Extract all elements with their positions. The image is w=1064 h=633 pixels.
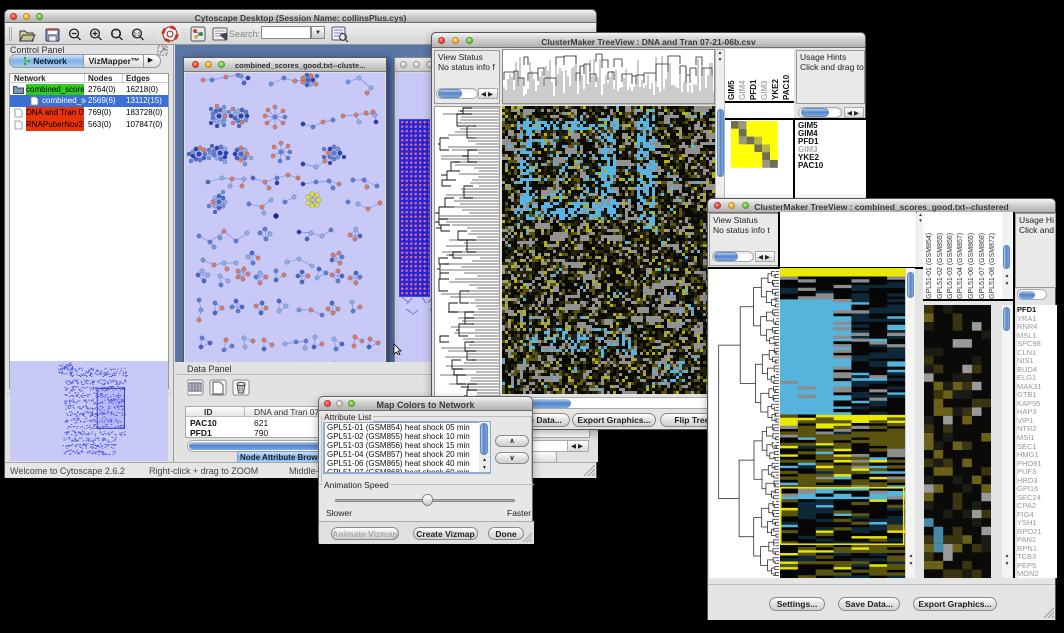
svg-text:1:1: 1:1: [134, 32, 141, 38]
